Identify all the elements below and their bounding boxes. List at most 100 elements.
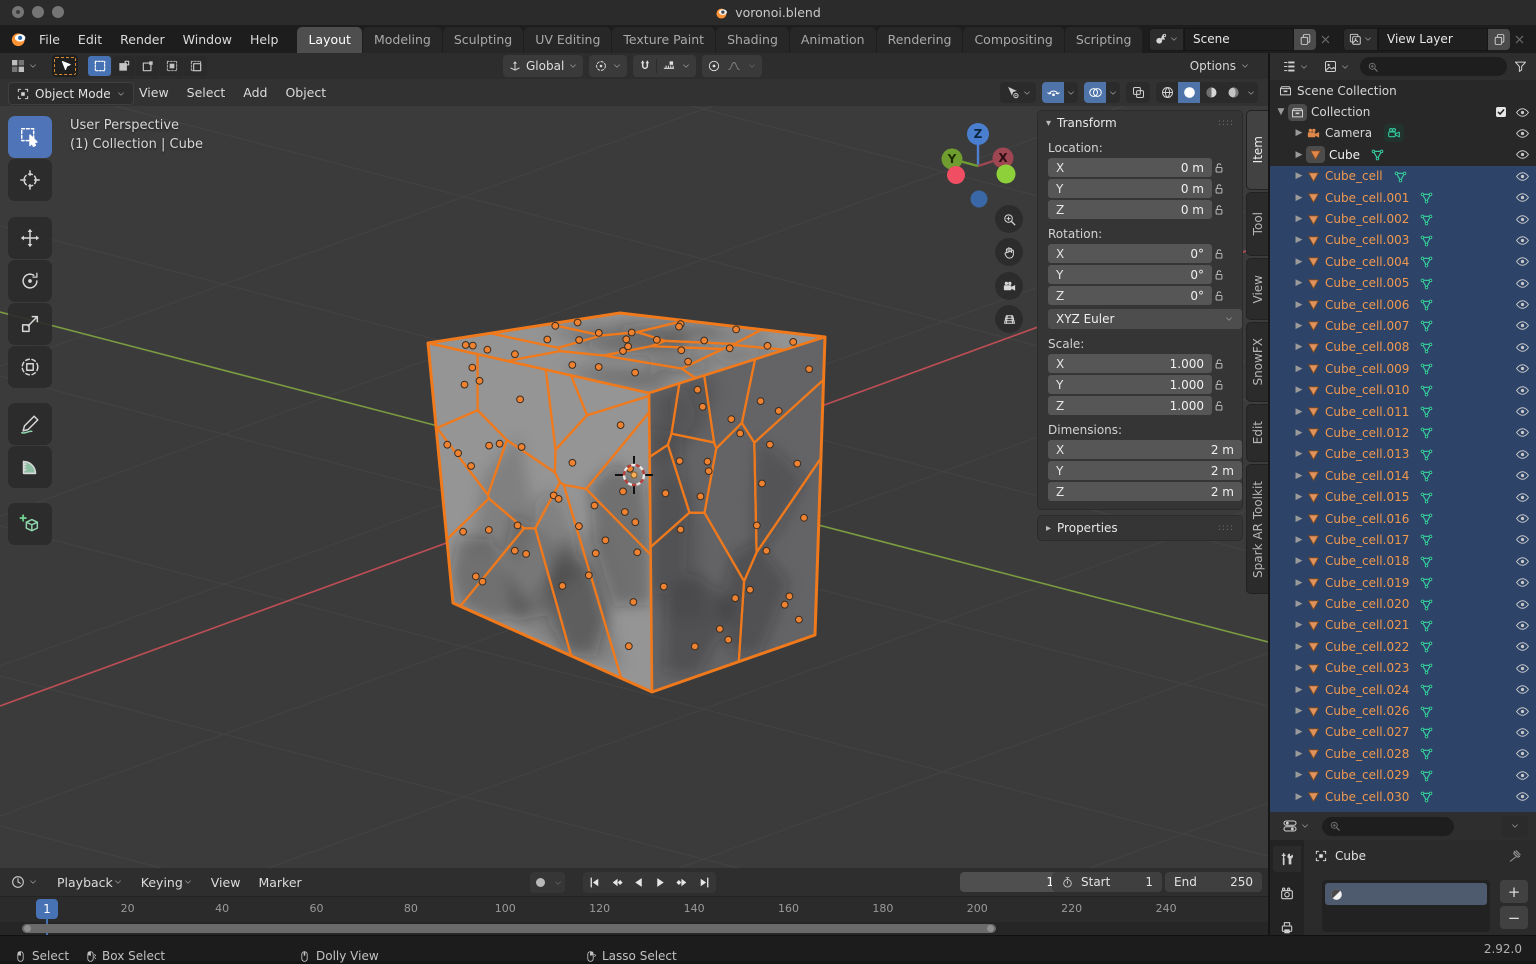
object-mode-dropdown[interactable]: Object Mode: [8, 82, 134, 105]
list-item[interactable]: ▶Cube_cell.026: [1270, 700, 1536, 721]
eye-icon[interactable]: [1515, 511, 1530, 526]
disclosure-closed-icon[interactable]: ▶: [1292, 471, 1306, 481]
eye-icon[interactable]: [1515, 340, 1530, 355]
properties-filter-dropdown[interactable]: [1502, 816, 1528, 837]
viewport-menu-view[interactable]: View: [130, 79, 178, 106]
list-item[interactable]: ▶Cube_cell.021: [1270, 615, 1536, 636]
tab-shading[interactable]: Shading: [716, 27, 789, 53]
disclosure-closed-icon[interactable]: ▶: [1292, 663, 1306, 673]
list-item[interactable]: ▶Cube_cell.007: [1270, 315, 1536, 336]
tab-animation[interactable]: Animation: [790, 27, 876, 53]
eye-icon[interactable]: [1515, 768, 1530, 783]
dimensions-field-y[interactable]: Y2 m: [1048, 461, 1242, 480]
gizmo-dropdown[interactable]: [1064, 82, 1078, 103]
disclosure-closed-icon[interactable]: ▶: [1292, 364, 1306, 374]
transform-panel-header[interactable]: ▾Transform::::: [1038, 111, 1242, 135]
properties-panel-header[interactable]: ▸Properties::::: [1038, 516, 1242, 540]
eye-icon[interactable]: [1515, 404, 1530, 419]
list-item[interactable]: ▶Cube_cell.006: [1270, 294, 1536, 315]
play-button[interactable]: [650, 873, 671, 892]
disclosure-closed-icon[interactable]: ▶: [1292, 278, 1306, 288]
disclosure-closed-icon[interactable]: ▶: [1292, 792, 1306, 802]
shading-wireframe-button[interactable]: [1156, 82, 1178, 103]
timeline-menu-view[interactable]: View: [202, 875, 250, 890]
disclosure-closed-icon[interactable]: ▶: [1292, 171, 1306, 181]
tab-layout[interactable]: Layout: [297, 27, 362, 53]
sidebar-tab-item[interactable]: Item: [1246, 110, 1268, 190]
disclosure-closed-icon[interactable]: ▶: [1292, 642, 1306, 652]
eye-icon[interactable]: [1515, 425, 1530, 440]
list-item[interactable]: ▶Cube_cell: [1270, 166, 1536, 187]
location-field-y[interactable]: Y0 m: [1048, 179, 1212, 198]
properties-search-input[interactable]: [1322, 817, 1454, 836]
tool-add-cube[interactable]: [8, 503, 52, 545]
lock-open-icon[interactable]: [1212, 378, 1226, 392]
viewport-3d[interactable]: User Perspective (1) Collection | Cube Z…: [0, 106, 1268, 868]
outliner-tree[interactable]: Scene Collection▼Collection▶Camera▶Cube▶…: [1270, 80, 1536, 812]
material-slot-list[interactable]: [1322, 880, 1490, 932]
editor-type-selector[interactable]: [6, 56, 42, 76]
list-item[interactable]: ▶Cube_cell.016: [1270, 508, 1536, 529]
eye-icon[interactable]: [1515, 532, 1530, 547]
lock-open-icon[interactable]: [1212, 182, 1226, 196]
disclosure-closed-icon[interactable]: ▶: [1292, 214, 1306, 224]
disclosure-closed-icon[interactable]: ▶: [1292, 449, 1306, 459]
tab-scripting[interactable]: Scripting: [1065, 27, 1143, 53]
lock-open-icon[interactable]: [1212, 268, 1226, 282]
tab-uv-editing[interactable]: UV Editing: [524, 27, 611, 53]
menu-render[interactable]: Render: [111, 25, 174, 53]
list-item[interactable]: ▼Collection: [1270, 101, 1536, 122]
list-item[interactable]: ▶Cube_cell.010: [1270, 379, 1536, 400]
tool-move[interactable]: [8, 217, 52, 259]
list-item[interactable]: ▶Cube_cell.014: [1270, 465, 1536, 486]
outliner-search-input[interactable]: [1360, 57, 1507, 76]
tab-texture-paint[interactable]: Texture Paint: [612, 27, 715, 53]
lock-open-icon[interactable]: [1212, 161, 1226, 175]
sidebar-tab-snowfx[interactable]: SnowFX: [1246, 322, 1268, 402]
next-keyframe-button[interactable]: [672, 873, 693, 892]
pivot-point-dropdown[interactable]: [589, 55, 627, 77]
show-gizmo-toggle[interactable]: [1042, 82, 1064, 103]
disclosure-closed-icon[interactable]: ▶: [1292, 300, 1306, 310]
timeline-menu-keying[interactable]: Keying: [132, 875, 202, 890]
list-item[interactable]: ▶Cube_cell.030: [1270, 786, 1536, 807]
outliner-filter-mode[interactable]: [1319, 57, 1354, 76]
list-item[interactable]: ▶Cube_cell.002: [1270, 208, 1536, 229]
material-slot[interactable]: [1325, 883, 1487, 905]
eye-icon[interactable]: [1515, 318, 1530, 333]
disclosure-closed-icon[interactable]: ▶: [1292, 556, 1306, 566]
lock-open-icon[interactable]: [1212, 399, 1226, 413]
disclosure-closed-icon[interactable]: ▶: [1292, 620, 1306, 630]
list-item[interactable]: ▶Cube_cell.005: [1270, 273, 1536, 294]
menu-file[interactable]: File: [30, 25, 69, 53]
disclosure-closed-icon[interactable]: ▶: [1292, 235, 1306, 245]
shading-material-button[interactable]: [1200, 82, 1222, 103]
zoom-view-button[interactable]: [995, 205, 1023, 233]
pan-view-button[interactable]: [995, 238, 1023, 266]
view-layer-name-field[interactable]: View Layer: [1378, 28, 1488, 51]
list-item[interactable]: Scene Collection: [1270, 80, 1536, 101]
list-item[interactable]: ▶Cube_cell.008: [1270, 337, 1536, 358]
rotation-field-z[interactable]: Z0°: [1048, 286, 1212, 305]
eye-icon[interactable]: [1515, 212, 1530, 227]
list-item[interactable]: ▶Cube_cell.015: [1270, 486, 1536, 507]
list-item[interactable]: ▶Cube_cell.001: [1270, 187, 1536, 208]
list-item[interactable]: ▶Cube_cell.004: [1270, 251, 1536, 272]
select-mode-invert[interactable]: [160, 56, 183, 76]
eye-icon[interactable]: [1515, 639, 1530, 654]
eye-icon[interactable]: [1515, 361, 1530, 376]
list-item[interactable]: ▶Cube_cell.018: [1270, 551, 1536, 572]
jump-to-start-button[interactable]: [584, 873, 605, 892]
disclosure-closed-icon[interactable]: ▶: [1292, 727, 1306, 737]
location-field-z[interactable]: Z0 m: [1048, 200, 1212, 219]
eye-icon[interactable]: [1515, 190, 1530, 205]
list-item[interactable]: ▶Cube_cell.020: [1270, 593, 1536, 614]
disclosure-closed-icon[interactable]: ▶: [1292, 685, 1306, 695]
active-tool-button[interactable]: [52, 55, 78, 77]
disclosure-closed-icon[interactable]: ▶: [1292, 535, 1306, 545]
shading-solid-button[interactable]: [1178, 82, 1200, 103]
list-item[interactable]: ▶Cube_cell.009: [1270, 358, 1536, 379]
panel-grip[interactable]: ::::: [1218, 523, 1234, 533]
timeline-scrollbar[interactable]: [22, 924, 996, 933]
eye-icon[interactable]: [1515, 704, 1530, 719]
